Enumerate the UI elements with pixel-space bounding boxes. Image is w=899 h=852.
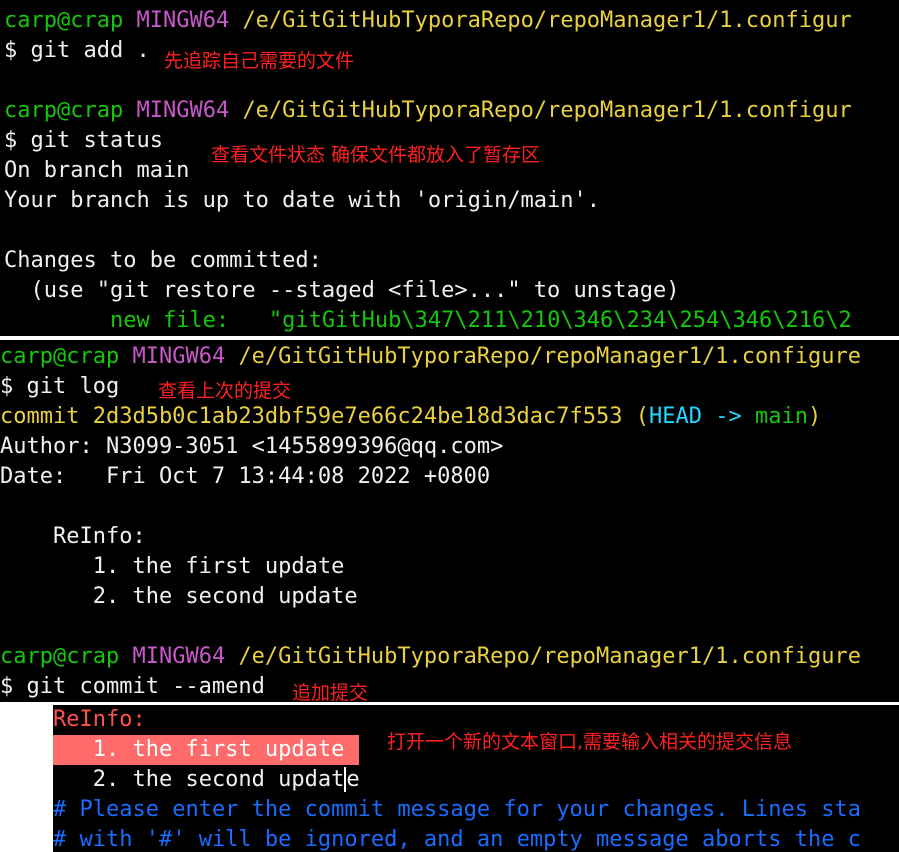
- vim-comment-line: # with '#' will be ignored, and an empty…: [53, 827, 861, 852]
- commit-message-line: 1. the first update: [0, 554, 345, 579]
- prompt-user: carp@crap: [4, 98, 124, 123]
- new-file-path: "gitGitHub\347\211\210\346\234\254\346\2…: [268, 308, 852, 333]
- head-open: (: [635, 404, 650, 429]
- commit-line: commit 2d3d5b0c1ab23dbf59e7e66c24be18d3d…: [0, 402, 821, 432]
- annotation-git-log: 查看上次的提交: [158, 380, 292, 402]
- prompt-system: MINGW64: [136, 8, 230, 33]
- annotation-git-commit-amend: 追加提交: [292, 682, 369, 702]
- head-ref: HEAD ->: [649, 404, 742, 429]
- new-file-label: new file:: [4, 308, 230, 333]
- prompt-path: /e/GitGitHubTyporaRepo/repoManager1/1.co…: [242, 98, 852, 123]
- vim-text-line[interactable]: 2. the second update: [53, 765, 360, 795]
- vim-line-text: 2. the second updat: [53, 767, 345, 792]
- prompt-line: carp@crap MINGW64 /e/GitGitHubTyporaRepo…: [4, 6, 852, 36]
- author-line: Author: N3099-3051 <1455899396@qq.com>: [0, 434, 504, 459]
- prompt-system: MINGW64: [132, 644, 226, 669]
- command-line[interactable]: $ git add .: [4, 36, 150, 66]
- output-line: Your branch is up to date with 'origin/m…: [4, 188, 601, 213]
- command-line[interactable]: $ git log: [0, 372, 119, 402]
- vim-editor-panel[interactable]: ReInfo: 1. the first update 2. the secon…: [53, 705, 899, 852]
- prompt-system: MINGW64: [132, 344, 226, 369]
- vim-selected-line[interactable]: 1. the first update: [53, 735, 359, 765]
- prompt-system: MINGW64: [136, 98, 230, 123]
- annotation-vim-window: 打开一个新的文本窗口,需要输入相关的提交信息: [387, 731, 793, 753]
- commit-message-line: 2. the second update: [0, 584, 358, 609]
- commit-hash: commit 2d3d5b0c1ab23dbf59e7e66c24be18d3d…: [0, 404, 623, 429]
- prompt-path: /e/GitGitHubTyporaRepo/repoManager1/1.co…: [238, 644, 861, 669]
- prompt-user: carp@crap: [0, 644, 120, 669]
- prompt-path: /e/GitGitHubTyporaRepo/repoManager1/1.co…: [238, 344, 861, 369]
- head-branch: main: [755, 404, 808, 429]
- commit-message-line: ReInfo:: [0, 524, 146, 549]
- prompt-user: carp@crap: [4, 8, 124, 33]
- prompt-user: carp@crap: [0, 344, 120, 369]
- command-line[interactable]: $ git commit --amend: [0, 672, 265, 702]
- prompt-line: carp@crap MINGW64 /e/GitGitHubTyporaRepo…: [0, 342, 861, 372]
- annotation-git-add: 先追踪自己需要的文件: [164, 50, 355, 72]
- terminal-panel-status: carp@crap MINGW64 /e/GitGitHubTyporaRepo…: [0, 0, 899, 336]
- output-line: Changes to be committed:: [4, 248, 322, 273]
- command-line[interactable]: $ git status: [4, 126, 163, 156]
- prompt-line: carp@crap MINGW64 /e/GitGitHubTyporaRepo…: [0, 642, 861, 672]
- output-line: (use "git restore --staged <file>..." to…: [4, 278, 680, 303]
- output-line: On branch main: [4, 158, 190, 183]
- vim-header-line: ReInfo:: [53, 707, 146, 732]
- text-cursor: e: [344, 767, 360, 792]
- staged-file-line: new file: "gitGitHub\347\211\210\346\234…: [4, 306, 852, 336]
- prompt-line: carp@crap MINGW64 /e/GitGitHubTyporaRepo…: [4, 96, 852, 126]
- date-line: Date: Fri Oct 7 13:44:08 2022 +0800: [0, 464, 491, 489]
- head-close: ): [807, 404, 822, 429]
- annotation-git-status: 查看文件状态 确保文件都放入了暂存区: [211, 144, 541, 166]
- prompt-path: /e/GitGitHubTyporaRepo/repoManager1/1.co…: [242, 8, 852, 33]
- terminal-panel-log: carp@crap MINGW64 /e/GitGitHubTyporaRepo…: [0, 340, 899, 702]
- vim-comment-line: # Please enter the commit message for yo…: [53, 797, 861, 822]
